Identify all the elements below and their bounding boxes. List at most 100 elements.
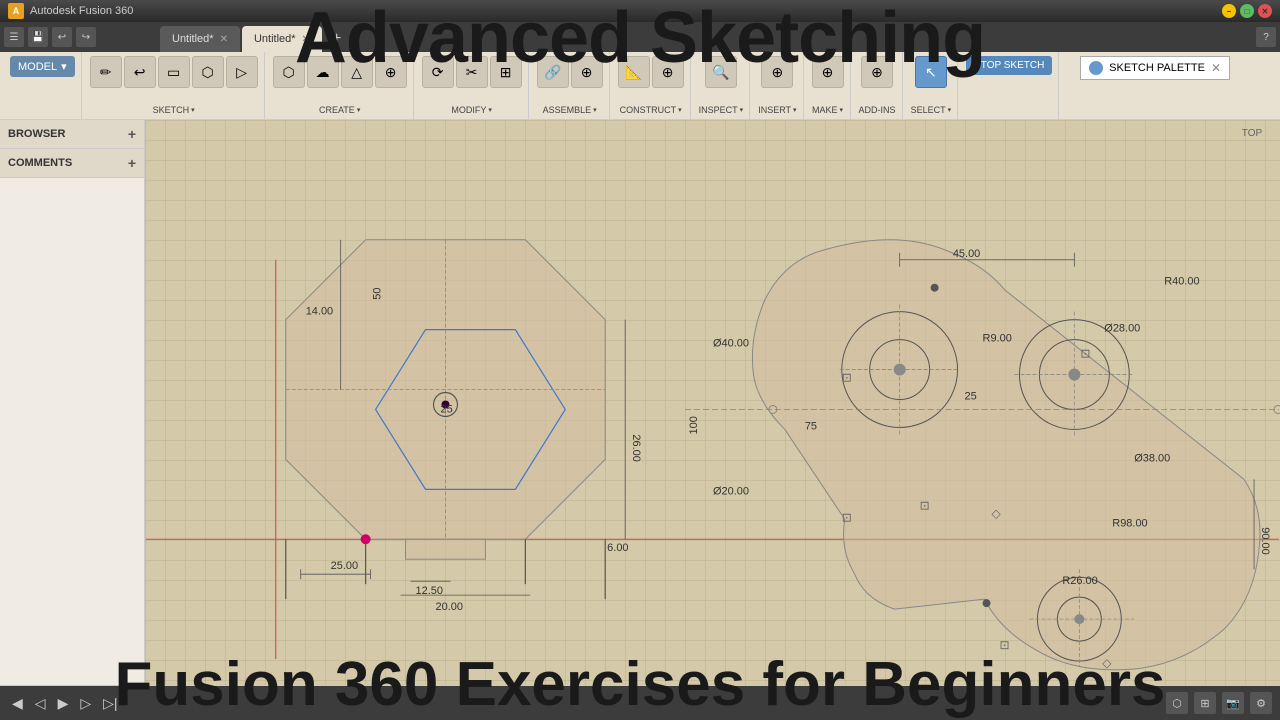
construct-icons: 📐 ⊕ xyxy=(618,56,684,88)
maximize-button[interactable]: □ xyxy=(1240,4,1254,18)
sketch-icon-1[interactable]: ✏ xyxy=(90,56,122,88)
dim-d28: Ø28.00 xyxy=(1104,323,1140,335)
constraint-1: ⊡ xyxy=(842,371,852,385)
sketch-palette-close[interactable]: ✕ xyxy=(1211,61,1221,75)
create-icons: ⬡ ☁ △ ⊕ xyxy=(273,56,407,88)
sidebar: BROWSER + COMMENTS + xyxy=(0,120,145,685)
modify-label[interactable]: MODIFY ▾ xyxy=(451,105,492,115)
view-cube[interactable]: TOP xyxy=(1232,128,1272,139)
bottom-bar: ◀ ◁ ▶ ▷ ▷| ⬡ ⊞ 📷 ⚙ xyxy=(0,686,1280,720)
browser-add-button[interactable]: + xyxy=(128,126,136,142)
stop-sketch-button[interactable]: STOP SKETCH xyxy=(966,56,1052,75)
save-button[interactable]: 💾 xyxy=(28,27,48,47)
insert-label[interactable]: INSERT ▾ xyxy=(758,105,796,115)
create-icon-1[interactable]: ⬡ xyxy=(273,56,305,88)
tab-untitled-1[interactable]: Untitled* ✕ xyxy=(160,26,240,52)
capture-button[interactable]: 📷 xyxy=(1222,692,1244,714)
constraint-7: ⊡ xyxy=(1080,347,1090,361)
app-menu-button[interactable]: ☰ xyxy=(4,27,24,47)
assemble-section: 🔗 ⊕ ASSEMBLE ▾ xyxy=(531,52,610,119)
tab-label-2: Untitled* xyxy=(254,33,296,45)
tab-close-1[interactable]: ✕ xyxy=(220,34,228,45)
construct-icon-1[interactable]: 📐 xyxy=(618,56,650,88)
sketch-drawing: 25.00 12.50 20.00 14.00 50 26.00 25 6.00 xyxy=(145,120,1280,685)
comments-add-button[interactable]: + xyxy=(128,155,136,171)
select-label[interactable]: SELECT ▾ xyxy=(911,105,952,115)
browser-header[interactable]: BROWSER + xyxy=(0,120,144,149)
tab-bar: Untitled* ✕ Untitled* ✕ + xyxy=(160,22,349,52)
grid-button[interactable]: ⊞ xyxy=(1194,692,1216,714)
nav-step-prev-button[interactable]: ◁ xyxy=(31,693,50,714)
help-button[interactable]: ? xyxy=(1256,27,1276,47)
inspect-section: 🔍 INSPECT ▾ xyxy=(693,52,751,119)
sketch-icons: ✏ ↩ ▭ ⬡ ▷ xyxy=(90,56,258,88)
make-icon-1[interactable]: ⊕ xyxy=(812,56,844,88)
insert-icon-1[interactable]: ⊕ xyxy=(761,56,793,88)
sketch-icon-2[interactable]: ↩ xyxy=(124,56,156,88)
create-icon-4[interactable]: ⊕ xyxy=(375,56,407,88)
model-dropdown[interactable]: MODEL ▾ xyxy=(10,56,75,77)
magenta-point xyxy=(361,534,371,544)
make-section: ⊕ MAKE ▾ xyxy=(806,52,851,119)
make-label[interactable]: MAKE ▾ xyxy=(812,105,843,115)
assemble-icon-1[interactable]: 🔗 xyxy=(537,56,569,88)
tab-untitled-2[interactable]: Untitled* ✕ xyxy=(242,26,322,52)
minimize-button[interactable]: − xyxy=(1222,4,1236,18)
modify-icon-2[interactable]: ✂ xyxy=(456,56,488,88)
redo-button[interactable]: ↪ xyxy=(76,27,96,47)
assemble-icon-2[interactable]: ⊕ xyxy=(571,56,603,88)
boundary-dot-2 xyxy=(983,599,991,607)
dim-d40-left: Ø40.00 xyxy=(713,338,749,350)
canvas-area[interactable]: TOP 25.00 12.50 20.0 xyxy=(145,120,1280,685)
modify-icon-1[interactable]: ⟳ xyxy=(422,56,454,88)
addins-icon-1[interactable]: ⊕ xyxy=(861,56,893,88)
nav-play-button[interactable]: ▶ xyxy=(54,693,73,714)
make-icons: ⊕ xyxy=(812,56,844,88)
create-label[interactable]: CREATE ▾ xyxy=(319,105,360,115)
dim-r26: R26.00 xyxy=(1062,575,1097,587)
dim-r9: R9.00 xyxy=(983,333,1012,345)
sketch-icon-4[interactable]: ⬡ xyxy=(192,56,224,88)
sketch-palette-label: SKETCH PALETTE xyxy=(1109,62,1205,74)
undo-button[interactable]: ↩ xyxy=(52,27,72,47)
sketch-palette-panel: SKETCH PALETTE ✕ xyxy=(1080,56,1230,80)
nav-step-next-button[interactable]: ▷ xyxy=(76,693,95,714)
dim-75: 75 xyxy=(805,420,817,432)
create-section: ⬡ ☁ △ ⊕ CREATE ▾ xyxy=(267,52,414,119)
dim-d38: Ø38.00 xyxy=(1134,452,1170,464)
select-icon-1[interactable]: ↖ xyxy=(915,56,947,88)
create-icon-3[interactable]: △ xyxy=(341,56,373,88)
sketch-section: ✏ ↩ ▭ ⬡ ▷ SKETCH ▾ xyxy=(84,52,265,119)
dim-50: 50 xyxy=(372,287,384,299)
nav-next-button[interactable]: ▷| xyxy=(99,693,121,714)
construct-label[interactable]: CONSTRUCT ▾ xyxy=(620,105,682,115)
titlebar: A Autodesk Fusion 360 − □ ✕ xyxy=(0,0,1280,22)
addins-label[interactable]: ADD-INS xyxy=(859,105,896,115)
nav-prev-button[interactable]: ◀ xyxy=(8,693,27,714)
inspect-icon-1[interactable]: 🔍 xyxy=(705,56,737,88)
modify-icon-3[interactable]: ⊞ xyxy=(490,56,522,88)
comments-header[interactable]: COMMENTS + xyxy=(0,149,144,178)
modify-section: ⟳ ✂ ⊞ MODIFY ▾ xyxy=(416,52,529,119)
tab-label-1: Untitled* xyxy=(172,33,214,45)
construct-icon-2[interactable]: ⊕ xyxy=(652,56,684,88)
insert-icons: ⊕ xyxy=(761,56,793,88)
connecting-rod-outline xyxy=(752,240,1260,670)
dim-d20: Ø20.00 xyxy=(713,485,749,497)
settings-icon[interactable]: ⚙ xyxy=(1250,692,1272,714)
assemble-label[interactable]: ASSEMBLE ▾ xyxy=(543,105,597,115)
sketch-icon-3[interactable]: ▭ xyxy=(158,56,190,88)
tab-add-button[interactable]: + xyxy=(324,26,349,52)
sketch-label[interactable]: SKETCH ▾ xyxy=(153,105,195,115)
palette-icon xyxy=(1089,61,1103,75)
inspect-label[interactable]: INSPECT ▾ xyxy=(699,105,744,115)
display-mode-button[interactable]: ⬡ xyxy=(1166,692,1188,714)
dim-25-right: 25 xyxy=(965,391,977,403)
constraint-5: ⊡ xyxy=(999,638,1009,652)
dim-14: 14.00 xyxy=(306,306,333,318)
create-icon-2[interactable]: ☁ xyxy=(307,56,339,88)
tab-close-2[interactable]: ✕ xyxy=(302,34,310,45)
dim-25: 25.00 xyxy=(331,560,358,572)
close-button[interactable]: ✕ xyxy=(1258,4,1272,18)
sketch-icon-5[interactable]: ▷ xyxy=(226,56,258,88)
